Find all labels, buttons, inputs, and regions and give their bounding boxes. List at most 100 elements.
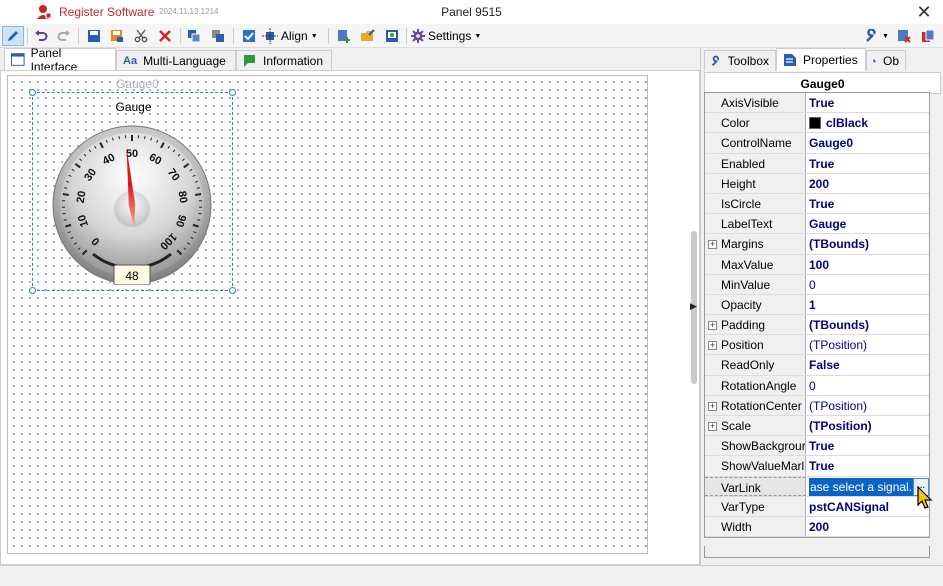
property-value[interactable]: 100 [806, 255, 929, 274]
property-row[interactable]: + Position (TPosition) [705, 335, 929, 356]
property-value[interactable]: 200 [806, 174, 929, 193]
property-name: RotationAngle [705, 375, 806, 395]
save-icon [88, 30, 100, 42]
tab-information[interactable]: Information [236, 50, 332, 70]
property-name: Width [705, 516, 806, 537]
expand-plus-icon[interactable]: + [708, 321, 717, 331]
property-row[interactable]: MaxValue 100 [705, 254, 929, 275]
property-value[interactable]: (TBounds) [806, 234, 929, 253]
property-row[interactable]: Width 200 [705, 516, 929, 538]
delete-page-button[interactable] [894, 26, 914, 46]
property-value[interactable]: True [806, 456, 929, 475]
tools-dropdown[interactable]: ▼ [864, 26, 890, 46]
property-value[interactable]: True [806, 194, 929, 213]
property-row[interactable]: LabelText Gauge [705, 214, 929, 235]
paste-button[interactable] [208, 26, 228, 46]
property-row[interactable]: VarLink ase select a signal...... [705, 476, 933, 509]
tab-label: Toolbox [727, 54, 769, 68]
property-row[interactable]: Opacity 1 [705, 294, 929, 316]
property-value[interactable]: (TPosition) [806, 396, 929, 415]
property-row[interactable]: MinValue 0 [705, 274, 929, 295]
tab-multi-language[interactable]: Aa Multi-Language [116, 50, 236, 70]
property-row[interactable]: VarType pstCANSignal [705, 496, 929, 517]
property-value[interactable]: 1 [806, 295, 929, 314]
toolbar-separator [328, 28, 329, 44]
edit-mode-button[interactable] [2, 26, 24, 46]
property-value[interactable]: (TPosition) [806, 335, 929, 354]
properties-header: Gauge0 [704, 72, 941, 94]
property-value[interactable]: 0 [806, 275, 929, 294]
property-row[interactable]: RotationAngle 0 [705, 375, 929, 396]
export-button[interactable] [382, 26, 402, 46]
property-row[interactable]: Enabled True [705, 153, 929, 174]
property-value[interactable]: True [806, 154, 929, 173]
property-value[interactable]: 200 [806, 517, 929, 536]
property-grid-footer [704, 546, 930, 558]
save-as-button[interactable] [107, 26, 127, 46]
cut-icon [134, 29, 148, 43]
settings-label: Settings [428, 29, 472, 43]
open-folder-button[interactable] [358, 26, 378, 46]
tab-panel-interface[interactable]: Panel Interface [4, 46, 116, 74]
align-label: Align [281, 29, 308, 43]
property-value[interactable]: (TBounds) [806, 315, 929, 334]
tab-properties[interactable]: Properties [776, 48, 866, 71]
redo-icon [57, 30, 70, 41]
resize-handle-top-left[interactable] [29, 89, 36, 96]
copy-button[interactable] [184, 26, 204, 46]
undo-button[interactable] [31, 26, 51, 46]
align-dropdown[interactable]: Align ▼ [262, 26, 322, 46]
property-row[interactable]: IsCircle True [705, 193, 929, 215]
property-row[interactable]: ShowValueMarl True [705, 456, 929, 477]
title-bar: Register Software 2024.11.13.1214 Panel … [0, 0, 943, 24]
property-value[interactable]: clBlack [806, 113, 929, 132]
property-value[interactable]: Gauge [806, 214, 929, 233]
tab-toolbox[interactable]: Toolbox [704, 50, 776, 71]
property-row[interactable]: + Padding (TBounds) [705, 315, 929, 336]
property-row[interactable]: + RotationCenter (TPosition) [705, 395, 929, 416]
expand-plus-icon[interactable]: + [708, 401, 717, 411]
expand-plus-icon[interactable]: + [708, 240, 717, 250]
property-value[interactable]: False [806, 355, 929, 374]
redo-button[interactable] [54, 26, 74, 46]
right-panel: Toolbox Properties Ob Gauge0 AxisVisible… [700, 48, 943, 565]
resize-handle-top-right[interactable] [229, 89, 236, 96]
add-page-button[interactable] [334, 26, 354, 46]
control-name-overlay: Gauge0 [116, 77, 159, 91]
expand-plus-icon[interactable]: + [708, 341, 717, 351]
resize-handle-bottom-right[interactable] [229, 287, 236, 294]
property-row[interactable]: ControlName Gauge0 [705, 133, 929, 154]
tab-objects[interactable]: Ob [866, 50, 906, 71]
property-value[interactable]: Gauge0 [806, 133, 929, 152]
property-value[interactable]: (TPosition) [806, 416, 929, 435]
pages-button[interactable] [918, 26, 938, 46]
gauge-control[interactable]: Gauge 0 10 20 30 40 50 60 70 80 90 100 4… [29, 89, 236, 294]
property-row[interactable]: ReadOnly False [705, 355, 929, 376]
property-row[interactable]: ShowBackgrour True [705, 436, 929, 457]
property-name: Margins [705, 234, 806, 254]
toolbar-separator [180, 28, 181, 44]
splitter-arrow-icon[interactable]: ▶ [690, 301, 697, 312]
checkbox-button[interactable] [239, 26, 259, 46]
property-row[interactable]: + Margins (TBounds) [705, 234, 929, 255]
expand-plus-icon[interactable]: + [708, 422, 717, 431]
left-tab-strip: Panel Interface Aa Multi-Language Inform… [0, 46, 700, 74]
property-value[interactable]: True [806, 436, 929, 455]
property-row[interactable]: AxisVisible True [705, 93, 929, 114]
property-row[interactable]: Color clBlack [705, 113, 929, 134]
varlink-input[interactable]: ase select a signal... [809, 477, 913, 496]
property-value[interactable]: True [806, 93, 929, 112]
property-row[interactable]: Height 200 [705, 173, 929, 194]
save-button[interactable] [84, 26, 104, 46]
app-logo-icon [37, 5, 52, 19]
resize-handle-bottom-left[interactable] [29, 287, 36, 294]
save-as-icon [111, 30, 123, 42]
property-value[interactable]: 0 [806, 376, 929, 395]
property-name: MinValue [705, 274, 806, 294]
property-value[interactable]: pstCANSignal [806, 497, 929, 516]
settings-dropdown[interactable]: Settings ▼ [411, 26, 486, 46]
delete-button[interactable] [155, 26, 175, 46]
close-button[interactable]: ✕ [912, 2, 936, 22]
property-row[interactable]: + Scale (TPosition) [705, 416, 929, 437]
cut-button[interactable] [131, 26, 151, 46]
